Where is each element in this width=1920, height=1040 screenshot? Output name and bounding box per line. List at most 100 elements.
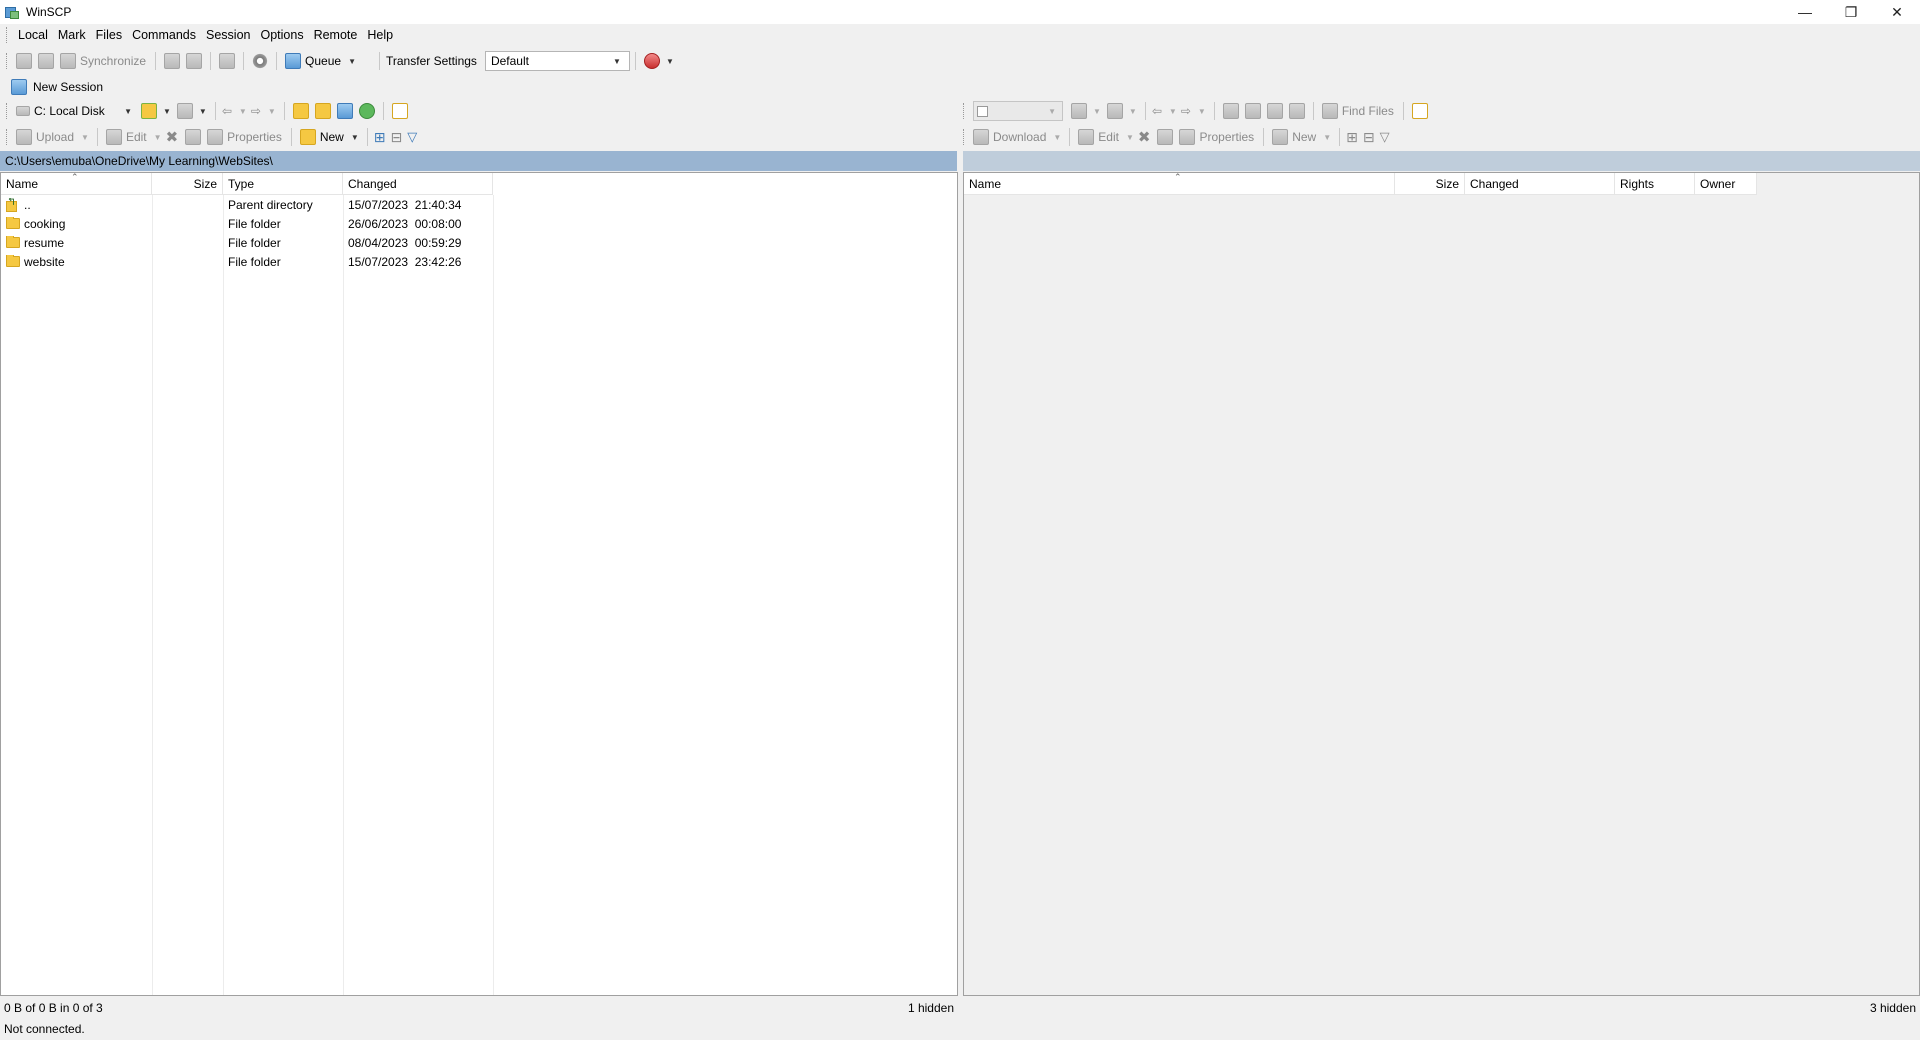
edit-button[interactable]: Edit (126, 130, 147, 144)
remote-path-select[interactable]: ▼ (973, 101, 1063, 121)
remote-forward-dropdown-icon[interactable]: ▼ (1198, 107, 1206, 116)
table-row[interactable]: .. Parent directory 15/07/2023 21:40:34 (1, 195, 493, 214)
upload-icon[interactable] (16, 129, 32, 145)
menu-mark[interactable]: Mark (53, 26, 91, 44)
find-files-icon[interactable] (219, 53, 236, 69)
toolbar-grip[interactable] (963, 129, 966, 145)
toolbar-grip[interactable] (963, 103, 966, 119)
download-button[interactable]: Download (993, 130, 1046, 144)
transfer-settings-select[interactable]: Default ▼ (484, 51, 630, 71)
tree-toggle-icon[interactable] (391, 103, 408, 119)
edit-dropdown-icon[interactable]: ▼ (154, 133, 162, 142)
remote-new-dropdown-icon[interactable]: ▼ (1323, 133, 1331, 142)
menu-options[interactable]: Options (255, 26, 308, 44)
forward-dropdown-icon[interactable]: ▼ (268, 107, 276, 116)
delete-icon[interactable]: ✖ (166, 128, 179, 146)
remote-properties-button[interactable]: Properties (1199, 130, 1254, 144)
remote-filter-files-icon[interactable]: ▽ (1380, 129, 1390, 145)
new-folder-icon[interactable] (299, 129, 316, 145)
remote-new-button[interactable]: New (1292, 130, 1316, 144)
remote-open-directory-icon[interactable] (1071, 103, 1087, 119)
local-col-name[interactable]: Name ⌃ (1, 172, 152, 195)
rename-icon[interactable] (185, 129, 202, 145)
remote-forward-icon[interactable]: ⇨ (1181, 104, 1191, 118)
toolbar-grip[interactable] (6, 129, 9, 145)
preferences-gear-icon[interactable] (252, 53, 269, 69)
menu-remote[interactable]: Remote (309, 26, 363, 44)
remote-find-files-icon[interactable] (1321, 103, 1338, 119)
home-directory-icon[interactable] (336, 103, 353, 119)
remote-new-icon[interactable] (1272, 129, 1289, 145)
remote-filter-dropdown-icon[interactable]: ▼ (1129, 107, 1137, 116)
local-col-size[interactable]: Size (152, 173, 223, 195)
tab-new-session[interactable]: New Session (6, 77, 109, 97)
synchronize-button[interactable]: Synchronize (80, 54, 146, 68)
menu-commands[interactable]: Commands (127, 26, 201, 44)
menu-files[interactable]: Files (91, 26, 127, 44)
toolbar-grip[interactable] (6, 27, 9, 43)
console-icon[interactable] (164, 53, 181, 69)
remote-edit-dropdown-icon[interactable]: ▼ (1126, 133, 1134, 142)
properties-button[interactable]: Properties (227, 130, 282, 144)
remote-tree-toggle-icon[interactable] (1411, 103, 1428, 119)
properties-icon[interactable] (207, 129, 224, 145)
select-all-icon[interactable]: ⊞ (374, 129, 386, 146)
putty-icon[interactable] (186, 53, 203, 69)
table-row[interactable]: website File folder 15/07/2023 23:42:26 (1, 252, 493, 271)
download-dropdown-icon[interactable]: ▼ (1053, 133, 1061, 142)
local-col-type[interactable]: Type (223, 173, 343, 195)
remote-select-all-icon[interactable]: ⊞ (1346, 129, 1358, 146)
close-button[interactable]: ✕ (1874, 0, 1920, 24)
transfer-preset-dropdown-icon[interactable]: ▼ (666, 57, 674, 66)
remote-file-panel[interactable]: Name ⌃ Size Changed Rights Owner (963, 172, 1920, 996)
remote-col-name[interactable]: Name ⌃ (964, 172, 1395, 195)
remote-edit-button[interactable]: Edit (1098, 130, 1119, 144)
find-files-button[interactable]: Find Files (1342, 104, 1394, 118)
open-directory-dropdown-icon[interactable]: ▼ (163, 107, 171, 116)
back-icon[interactable]: ⇦ (222, 104, 232, 118)
edit-icon[interactable] (105, 129, 122, 145)
transfer-preset-icon[interactable] (643, 53, 660, 69)
root-directory-icon[interactable] (314, 103, 331, 119)
back-dropdown-icon[interactable]: ▼ (239, 107, 247, 116)
remote-col-changed[interactable]: Changed (1465, 173, 1615, 195)
remote-filter-icon[interactable] (1106, 103, 1123, 119)
upload-button[interactable]: Upload (36, 130, 74, 144)
remote-col-rights[interactable]: Rights (1615, 173, 1695, 195)
remote-col-owner[interactable]: Owner (1695, 173, 1757, 195)
unselect-all-icon[interactable]: ⊟ (391, 129, 403, 146)
remote-open-directory-dropdown-icon[interactable]: ▼ (1093, 107, 1101, 116)
parent-directory-icon[interactable] (292, 103, 309, 119)
filter-icon[interactable] (176, 103, 193, 119)
remote-rename-icon[interactable] (1157, 129, 1174, 145)
remote-col-size[interactable]: Size (1395, 173, 1465, 195)
synchronize-browsing-icon[interactable] (38, 53, 54, 69)
queue-button[interactable]: Queue (305, 54, 341, 68)
queue-icon[interactable] (285, 53, 302, 69)
remote-parent-directory-icon[interactable] (1222, 103, 1239, 119)
new-dropdown-icon[interactable]: ▼ (351, 133, 359, 142)
remote-root-directory-icon[interactable] (1244, 103, 1261, 119)
upload-dropdown-icon[interactable]: ▼ (81, 133, 89, 142)
toolbar-grip[interactable] (6, 103, 9, 119)
remote-refresh-icon[interactable] (1288, 103, 1305, 119)
filter-files-icon[interactable]: ▽ (407, 129, 417, 145)
menu-help[interactable]: Help (362, 26, 398, 44)
new-button[interactable]: New (320, 130, 344, 144)
remote-home-directory-icon[interactable] (1266, 103, 1283, 119)
table-row[interactable]: cooking File folder 26/06/2023 00:08:00 (1, 214, 493, 233)
remote-back-icon[interactable]: ⇦ (1152, 104, 1162, 118)
local-file-panel[interactable]: Name ⌃ Size Type Changed .. Parent direc… (0, 172, 958, 996)
compare-directories-icon[interactable] (16, 53, 32, 69)
filter-dropdown-icon[interactable]: ▼ (199, 107, 207, 116)
restore-button[interactable]: ❐ (1828, 0, 1874, 24)
remote-delete-icon[interactable]: ✖ (1138, 128, 1151, 146)
menu-local[interactable]: Local (13, 26, 53, 44)
synchronize-icon[interactable] (60, 53, 76, 69)
open-directory-icon[interactable] (141, 103, 157, 119)
table-row[interactable]: resume File folder 08/04/2023 00:59:29 (1, 233, 493, 252)
remote-properties-icon[interactable] (1179, 129, 1196, 145)
minimize-button[interactable]: — (1782, 0, 1828, 24)
menu-session[interactable]: Session (201, 26, 255, 44)
refresh-icon[interactable] (358, 103, 375, 119)
